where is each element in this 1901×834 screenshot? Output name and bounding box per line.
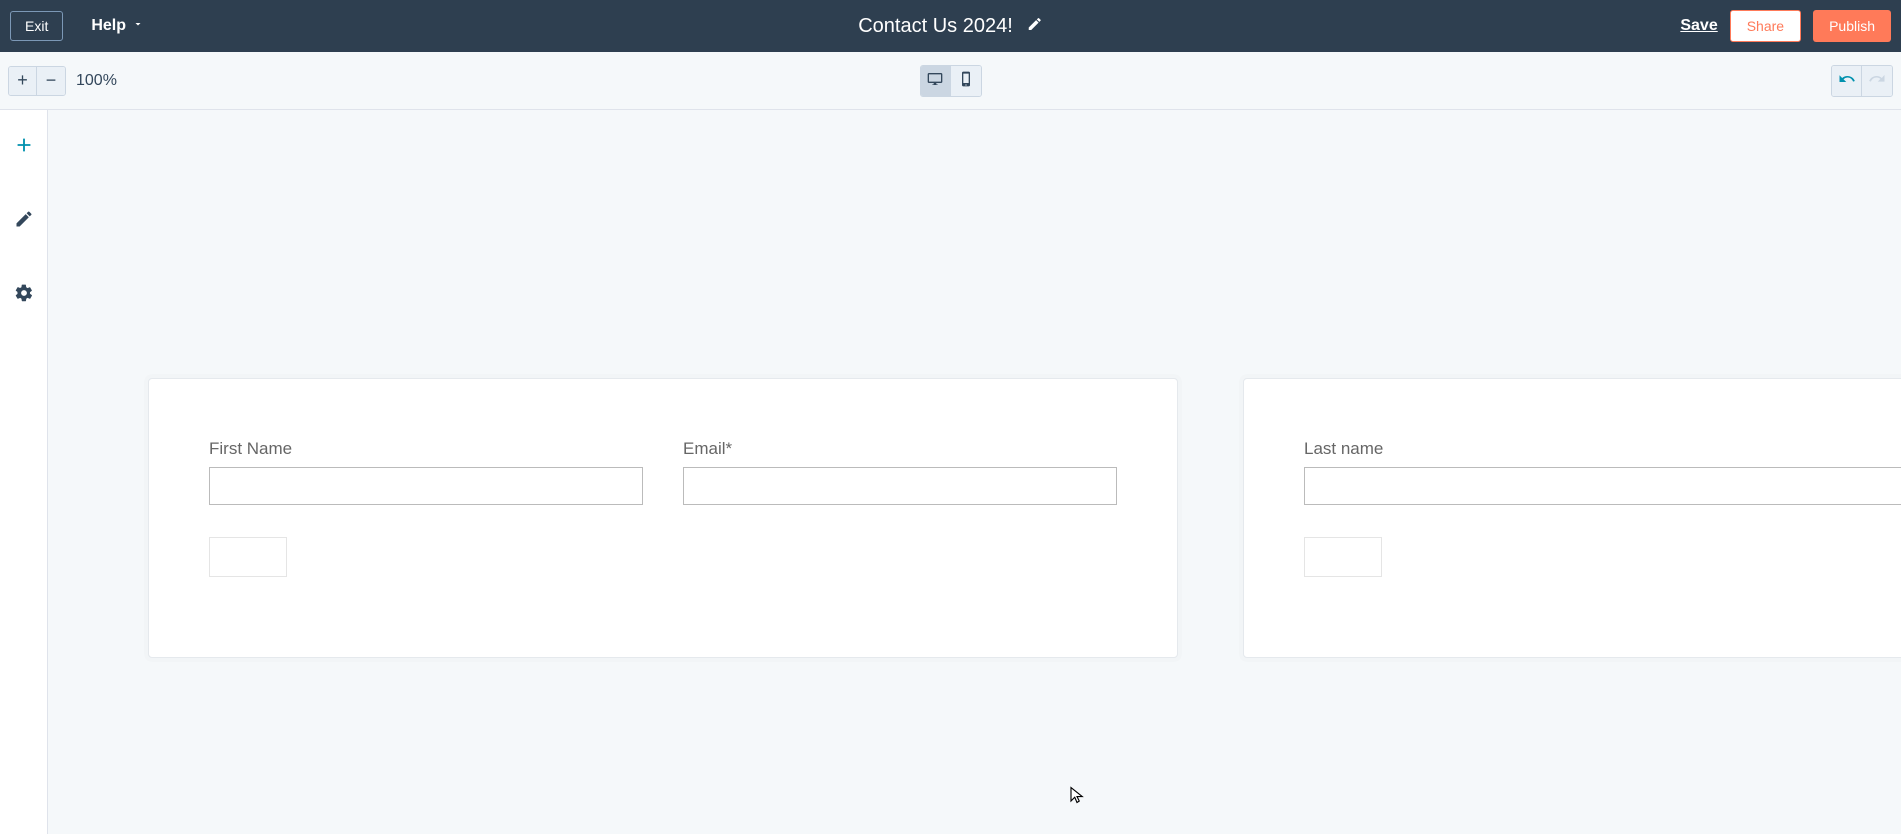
email-input[interactable]	[683, 467, 1117, 505]
form-field: First Name	[209, 439, 643, 505]
plus-icon: +	[17, 70, 28, 91]
page-title-wrapper: Contact Us 2024!	[858, 15, 1043, 38]
pencil-icon[interactable]	[1027, 16, 1043, 37]
fields-row: Last name	[1304, 439, 1901, 505]
top-bar: Exit Help Contact Us 2024! Save Share Pu…	[0, 0, 1901, 52]
add-element-button[interactable]	[8, 130, 40, 162]
plus-icon	[13, 134, 35, 159]
field-label: Last name	[1304, 439, 1901, 459]
first-name-input[interactable]	[209, 467, 643, 505]
fields-row: First Name Email*	[209, 439, 1117, 505]
field-label: First Name	[209, 439, 643, 459]
device-switch	[920, 65, 982, 97]
left-sidebar	[0, 110, 48, 834]
undo-button[interactable]	[1832, 66, 1862, 96]
gear-icon	[14, 283, 34, 306]
minus-icon: −	[46, 70, 57, 91]
undo-icon	[1838, 70, 1856, 91]
desktop-icon	[927, 71, 943, 90]
field-label: Email*	[683, 439, 1117, 459]
zoom-in-button[interactable]: +	[9, 67, 37, 95]
form-card[interactable]: First Name Email*	[148, 378, 1178, 658]
editor-canvas[interactable]: First Name Email* Last name	[48, 110, 1901, 834]
secondary-toolbar: + − 100%	[0, 52, 1901, 110]
form-field: Last name	[1304, 439, 1901, 505]
mobile-view-button[interactable]	[951, 66, 981, 96]
settings-button[interactable]	[8, 278, 40, 310]
form-field: Email*	[683, 439, 1117, 505]
chevron-down-icon	[132, 17, 144, 35]
zoom-controls: + −	[8, 66, 66, 96]
zoom-out-button[interactable]: −	[37, 67, 65, 95]
page-title: Contact Us 2024!	[858, 15, 1013, 38]
publish-button[interactable]: Publish	[1813, 10, 1891, 42]
edit-style-button[interactable]	[8, 204, 40, 236]
top-bar-actions: Save Share Publish	[1680, 10, 1891, 42]
history-controls	[1831, 65, 1893, 97]
share-button[interactable]: Share	[1730, 10, 1801, 42]
exit-button[interactable]: Exit	[10, 11, 63, 41]
pencil-icon	[14, 209, 34, 232]
last-name-input[interactable]	[1304, 467, 1901, 505]
help-menu[interactable]: Help	[91, 17, 144, 35]
redo-button[interactable]	[1862, 66, 1892, 96]
redo-icon	[1868, 70, 1886, 91]
submit-button-placeholder[interactable]	[209, 537, 287, 577]
zoom-value: 100%	[76, 72, 117, 90]
form-card[interactable]: Last name	[1243, 378, 1901, 658]
submit-button-placeholder[interactable]	[1304, 537, 1382, 577]
save-link[interactable]: Save	[1680, 17, 1717, 35]
mobile-icon	[958, 71, 974, 90]
help-label: Help	[91, 17, 126, 35]
desktop-view-button[interactable]	[921, 66, 951, 96]
